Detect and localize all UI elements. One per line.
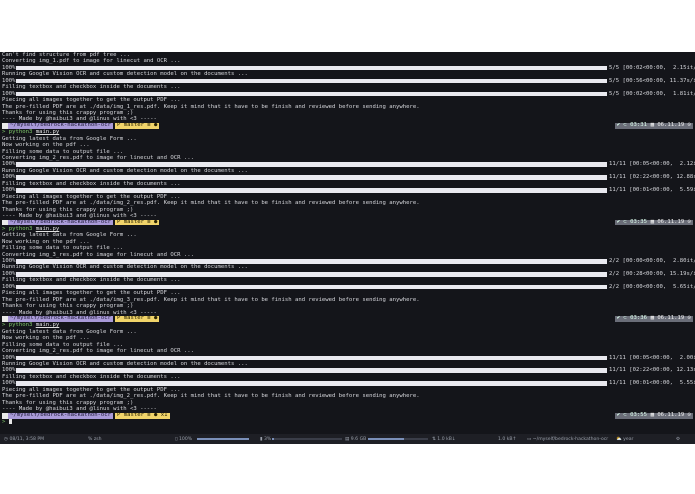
cpu-bar [272, 438, 342, 440]
prompt-path[interactable]: ~/myself/bedrock-hackathon-ocr [8, 123, 114, 129]
git-branch-badge: P master ≡ ● [115, 122, 160, 129]
memory-label: ▤ 9.6 GB [345, 436, 367, 442]
network-up-label: 1.0 kB↑ [498, 436, 517, 442]
progress-bar [16, 368, 607, 374]
battery-label: ▯ 100% [175, 436, 193, 442]
progress-bar [16, 284, 607, 290]
progress-bar [16, 271, 607, 277]
network-down-label: ⇅ 1.0 kB↓ [432, 436, 456, 442]
exit-status-badge: ✔ ⊂ 03:36 [614, 315, 649, 322]
cwd-label[interactable]: ▭ ~/myself/bedrock-hackathon-ocr [527, 437, 608, 442]
progress-bar [16, 65, 607, 71]
memory-bar [368, 438, 428, 440]
progress-bar [16, 162, 607, 168]
prompt-date: ▦ 06.11.19 ⊙ [648, 412, 693, 419]
terminal-window[interactable]: Can't find structure from pdf tree ... Co… [0, 52, 695, 444]
prompt-path[interactable]: ~/myself/bedrock-hackathon-ocr [8, 412, 114, 419]
progress-bar [16, 355, 607, 361]
weather-label: ⛅ year [616, 436, 634, 442]
progress-bar [16, 91, 607, 97]
command-program: python3 [8, 225, 33, 232]
prompt-path[interactable]: ~/myself/bedrock-hackathon-ocr [8, 316, 114, 322]
cpu-label: ▮ 3% [260, 436, 272, 442]
shell-label[interactable]: % zsh [88, 437, 102, 442]
prompt-line: ~/myself/bedrock-hackathon-ocr P master ≡… [0, 123, 695, 129]
command-input[interactable]: > [0, 418, 695, 425]
prompt-date: ▦ 06.11.19 ⊙ [648, 218, 693, 226]
progress-bar [16, 188, 607, 193]
memory-fill [368, 438, 404, 440]
settings-icon[interactable]: ⚙ [676, 437, 680, 442]
command-argument: main.py [35, 322, 60, 329]
command-program: python3 [8, 322, 33, 329]
progress-bar [16, 175, 607, 180]
exit-status-badge: ✔ ⊂ 03:35 [614, 218, 649, 226]
prompt-date: ▦ 06.11.19 ⊙ [648, 122, 693, 129]
command-program: python3 [8, 129, 33, 136]
command-argument: main.py [35, 225, 60, 232]
battery-bar [197, 438, 249, 440]
datetime-label: ◷ 08/11, 3:58 PM [4, 436, 45, 442]
git-branch-badge: P master ≡ ● [115, 315, 160, 322]
prompt-line: ~/myself/bedrock-hackathon-ocr P master ≡… [0, 218, 695, 226]
progress-bar [16, 259, 607, 264]
exit-status-badge: ✔ ⊂ 03:55 [614, 412, 649, 419]
prompt-date: ▦ 06.11.19 ⊙ [648, 315, 693, 322]
exit-status-badge: ✔ ⊂ 03:31 [614, 122, 649, 129]
prompt-line: ~/myself/bedrock-hackathon-ocr P master ≡… [0, 316, 695, 322]
git-branch-badge: P master ≡ ● [115, 218, 160, 226]
progress-bar [16, 78, 607, 84]
cpu-fill [272, 438, 275, 440]
cursor [8, 418, 12, 424]
prompt-line: ~/myself/bedrock-hackathon-ocr P master ≡… [0, 412, 695, 419]
progress-bar [16, 381, 607, 386]
git-branch-badge: P master ≡ ● x1 [115, 412, 170, 419]
status-bar: ◷ 08/11, 3:58 PM % zsh ▯ 100% ▮ 3% ▤ 9.6… [0, 434, 695, 444]
prompt-path[interactable]: ~/myself/bedrock-hackathon-ocr [8, 219, 114, 226]
command-argument: main.py [35, 129, 60, 136]
